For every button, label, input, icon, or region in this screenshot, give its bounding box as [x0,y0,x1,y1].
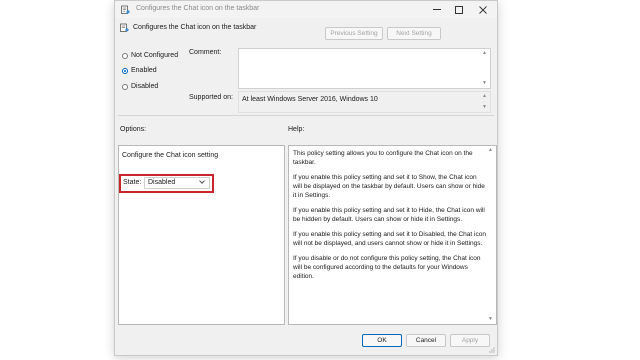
help-label: Help: [288,126,305,133]
apply-button[interactable]: Apply [450,334,490,347]
supported-on-value: At least Windows Server 2016, Windows 10 [242,96,378,103]
help-paragraph: This policy setting allows you to config… [293,150,473,166]
help-paragraph: If you enable this policy setting and se… [293,231,486,247]
scroll-down-icon[interactable]: ▼ [488,317,493,322]
radio-not-configured[interactable]: Not Configured [122,52,178,59]
window-title: Configures the Chat icon on the taskbar [136,5,260,12]
previous-setting-button[interactable]: Previous Setting [325,27,383,40]
scroll-down-icon[interactable]: ▼ [482,81,487,86]
radio-disabled[interactable]: Disabled [122,83,158,90]
section-divider [118,115,494,116]
scroll-up-icon[interactable]: ▲ [482,51,487,56]
state-dropdown-value: Disabled [148,179,176,186]
help-paragraph: If you disable or do not configure this … [293,255,481,280]
minimize-button[interactable] [425,1,449,18]
supported-on-label: Supported on: [189,94,233,101]
options-setting-title: Configure the Chat icon setting [122,152,219,159]
help-panel: This policy setting allows you to config… [288,145,497,325]
minimize-icon [433,9,441,10]
radio-indicator [122,67,128,74]
scroll-up-icon[interactable]: ▲ [482,94,487,99]
radio-indicator [122,52,128,59]
cancel-button[interactable]: Cancel [406,334,446,347]
ok-button[interactable]: OK [362,334,402,347]
maximize-button[interactable] [447,1,471,18]
help-paragraph: If you enable this policy setting and se… [293,207,485,223]
next-setting-button[interactable]: Next Setting [387,27,441,40]
supported-on-box: At least Windows Server 2016, Windows 10… [238,91,491,113]
close-icon [479,5,487,14]
close-button[interactable] [471,1,495,18]
help-paragraph: If you enable this policy setting and se… [293,174,485,199]
chevron-down-icon [199,178,205,184]
policy-dialog: Configures the Chat icon on the taskbar … [114,0,498,356]
scroll-up-icon[interactable]: ▲ [488,148,493,153]
radio-indicator [122,83,128,90]
setting-header-title: Configures the Chat icon on the taskbar [133,24,257,31]
policy-icon [121,5,130,14]
options-panel: Configure the Chat icon setting State: D… [118,145,285,325]
radio-label: Disabled [131,83,159,90]
state-dropdown[interactable]: Disabled [144,177,210,189]
scroll-down-icon[interactable]: ▼ [482,105,487,110]
policy-icon [120,23,129,32]
resize-grip-icon[interactable] [489,347,495,353]
comment-textbox[interactable]: ▲ ▼ [238,48,491,89]
maximize-icon [455,5,463,14]
state-label: State: [123,179,142,186]
title-bar[interactable]: Configures the Chat icon on the taskbar [115,1,497,18]
comment-label: Comment: [189,49,222,56]
radio-enabled[interactable]: Enabled [122,67,157,74]
options-label: Options: [120,126,147,133]
radio-label: Enabled [131,67,157,74]
radio-label: Not Configured [131,52,179,59]
